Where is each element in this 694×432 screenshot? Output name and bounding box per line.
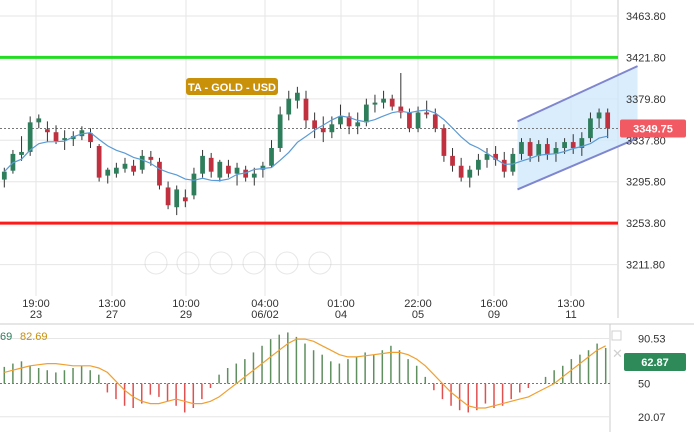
indicator-value-tag: 62.87 xyxy=(624,353,686,371)
candle-body xyxy=(467,169,473,178)
candle-body xyxy=(312,120,317,129)
date-tick-label: 29 xyxy=(180,309,192,321)
candle-body xyxy=(208,157,214,172)
candle-body xyxy=(27,122,33,152)
indicator-tick-label: 50 xyxy=(638,379,650,391)
candle-body xyxy=(105,169,111,176)
candle-body xyxy=(519,142,524,154)
candle-body xyxy=(19,151,24,155)
candle-body xyxy=(295,92,300,101)
candle-body xyxy=(122,163,128,169)
candle-body xyxy=(381,98,386,103)
candle-body xyxy=(182,197,188,202)
price-tick-label: 3379.80 xyxy=(626,94,666,106)
price-tick-label: 3421.80 xyxy=(626,52,666,64)
candle-body xyxy=(510,153,516,172)
indicator-line-value: 82.69 xyxy=(20,331,48,343)
close-indicator-icon[interactable]: ✕ xyxy=(612,347,623,362)
candle-body xyxy=(562,142,567,148)
last-price-value: 3349.75 xyxy=(633,124,673,136)
indicator-tick-label: 20.07 xyxy=(638,412,666,424)
date-tick-label: 09 xyxy=(488,309,500,321)
candle-body xyxy=(131,165,136,172)
candle-body xyxy=(269,148,274,166)
candle-body xyxy=(96,146,102,178)
candle-body xyxy=(303,98,309,121)
candle-body xyxy=(415,112,421,129)
candle-body xyxy=(424,112,430,115)
candle-body xyxy=(45,129,50,133)
date-tick-label: 04 xyxy=(335,309,347,321)
candle-body xyxy=(570,142,576,148)
candle-body xyxy=(596,112,602,119)
candle-body xyxy=(450,155,455,166)
candle-body xyxy=(329,124,335,133)
price-tick-label: 3253.80 xyxy=(626,218,666,230)
candle-body xyxy=(139,155,145,170)
indicator-tick-label: 90.53 xyxy=(638,334,666,346)
candle-body xyxy=(544,144,550,154)
price-tick-label: 3463.80 xyxy=(626,11,666,23)
candle-body xyxy=(432,114,438,129)
candle-body xyxy=(226,165,231,174)
chart-canvas: TA - GOLD - USD 3463.803421.803379.80333… xyxy=(0,0,694,432)
candle-body xyxy=(1,171,7,180)
candle-body xyxy=(217,161,223,178)
candle-body xyxy=(389,98,395,107)
date-tick-label: 27 xyxy=(106,309,118,321)
candle-body xyxy=(157,161,162,186)
price-axis: 3463.803421.803379.803337.803295.803253.… xyxy=(626,11,666,272)
date-tick-label: 05 xyxy=(412,309,424,321)
date-tick-label: 06/02 xyxy=(251,309,279,321)
candle-body xyxy=(363,104,369,123)
title-badge: TA - GOLD - USD xyxy=(186,78,278,95)
candle-body xyxy=(53,132,59,142)
candle-body xyxy=(338,116,343,125)
candle-body xyxy=(234,167,240,174)
date-tick-label: 23 xyxy=(30,309,42,321)
chart-title: TA - GOLD - USD xyxy=(188,82,276,94)
candle-body xyxy=(277,114,283,148)
candle-body xyxy=(148,156,154,160)
price-tick-label: 3295.80 xyxy=(626,177,666,189)
maximize-indicator-icon[interactable] xyxy=(611,330,622,341)
candle-body xyxy=(476,159,481,170)
candle-body xyxy=(588,118,593,139)
candle-body xyxy=(286,98,292,115)
candle-body xyxy=(251,173,257,178)
indicator-legend: 69 82.69 xyxy=(0,331,48,343)
candle-body xyxy=(174,189,180,208)
candle-body xyxy=(501,159,507,172)
candle-body xyxy=(441,128,447,156)
candle-body xyxy=(200,155,205,174)
candle-body xyxy=(372,102,378,105)
indicator-panel-controls[interactable]: ✕ xyxy=(611,330,623,362)
candle-body xyxy=(36,118,42,123)
candle-body xyxy=(355,122,361,127)
candle-body xyxy=(536,144,542,156)
candle-body xyxy=(407,112,412,129)
candle-body xyxy=(113,167,119,174)
candle-body xyxy=(320,128,326,133)
indicator-histogram-value: 69 xyxy=(0,331,12,343)
candle-body xyxy=(165,187,171,206)
candle-body xyxy=(458,165,464,178)
last-price-tag: 3349.75 xyxy=(620,119,686,138)
indicator-axis: 90.53 50 20.07 xyxy=(638,334,666,424)
price-tick-label: 3211.80 xyxy=(626,260,665,272)
indicator-current-value: 62.87 xyxy=(641,357,669,369)
candle-body xyxy=(191,173,197,196)
candle-body xyxy=(605,112,611,129)
candle-body xyxy=(527,142,533,156)
date-tick-label: 11 xyxy=(565,309,576,321)
